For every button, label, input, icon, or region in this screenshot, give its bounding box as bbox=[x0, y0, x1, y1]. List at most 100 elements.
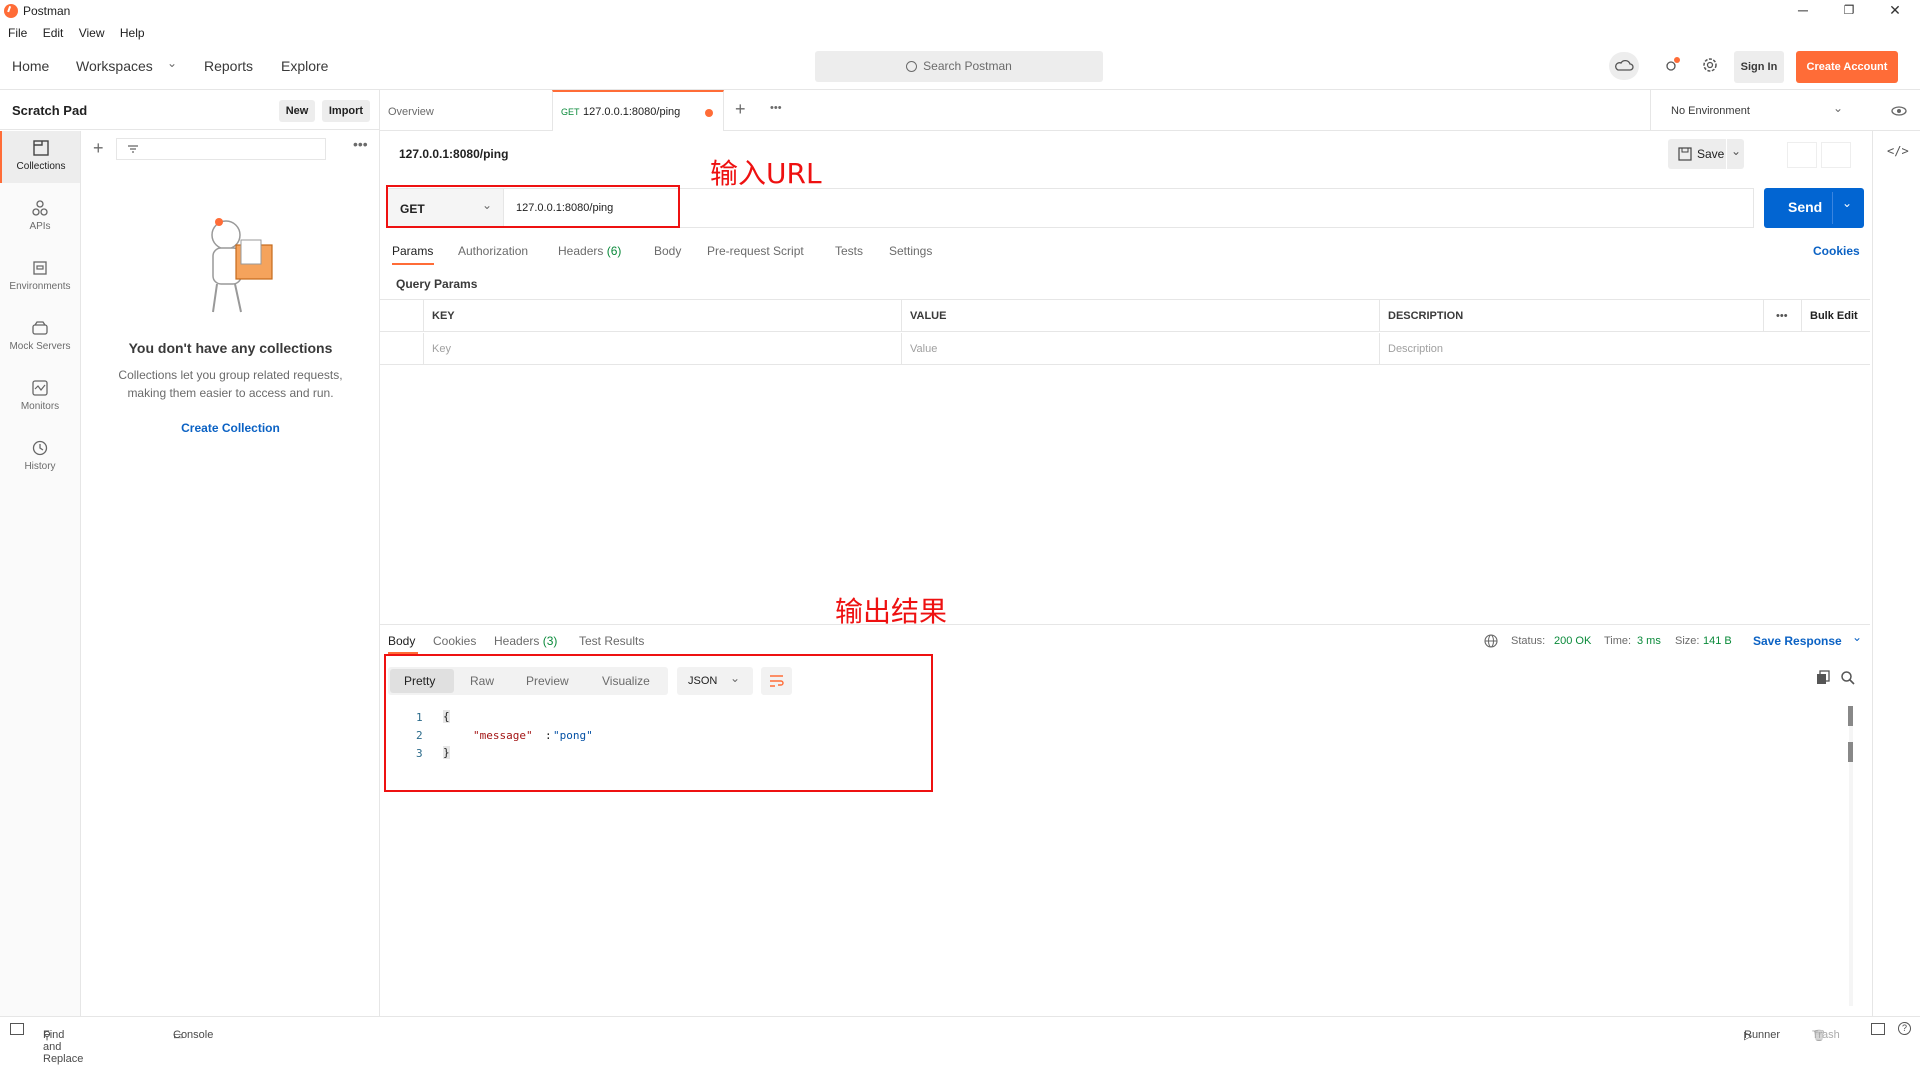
chevron-down-icon[interactable]: ⌄ bbox=[1852, 630, 1862, 644]
close-button[interactable]: ✕ bbox=[1872, 0, 1918, 22]
sidebar-item-label: History bbox=[24, 461, 56, 472]
environments-icon bbox=[33, 261, 47, 275]
column-description: DESCRIPTION bbox=[1380, 300, 1764, 332]
sidebar-item-label: Monitors bbox=[20, 401, 60, 412]
save-button[interactable]: Save ⌄ bbox=[1668, 139, 1744, 169]
pane-divider[interactable] bbox=[380, 624, 1870, 625]
sidebar-item-label: Mock Servers bbox=[9, 341, 71, 352]
sidebar-item-environments[interactable]: Environments bbox=[0, 251, 80, 303]
tab-active-request[interactable]: GET 127.0.0.1:8080/ping bbox=[552, 90, 724, 131]
filter-input[interactable] bbox=[116, 138, 326, 160]
menu-file[interactable]: File bbox=[8, 22, 27, 44]
help-icon[interactable]: ? bbox=[1898, 1022, 1911, 1035]
sync-cloud-icon[interactable] bbox=[1609, 52, 1639, 80]
tab-settings[interactable]: Settings bbox=[889, 244, 932, 258]
docs-icon[interactable] bbox=[1821, 142, 1851, 168]
cookies-link[interactable]: Cookies bbox=[1813, 244, 1860, 258]
status-bar: ⚲ Find and Replace ▭ Console ▷ Runner 🗑 T… bbox=[0, 1016, 1920, 1065]
time-label: Time: bbox=[1604, 635, 1632, 647]
response-tab-test-results[interactable]: Test Results bbox=[579, 634, 644, 648]
menu-help[interactable]: Help bbox=[120, 22, 145, 44]
description-input[interactable]: Description bbox=[1380, 333, 1870, 365]
gear-icon[interactable] bbox=[1700, 55, 1720, 75]
title-bar: Postman ─ ❐ ✕ bbox=[0, 0, 1920, 22]
toggle-sidebar-icon[interactable] bbox=[10, 1023, 24, 1035]
scrollbar-thumb[interactable] bbox=[1848, 706, 1853, 726]
menu-view[interactable]: View bbox=[79, 22, 105, 44]
maximize-button[interactable]: ❐ bbox=[1826, 0, 1872, 22]
globe-icon bbox=[1484, 634, 1498, 648]
create-account-button[interactable]: Create Account bbox=[1796, 51, 1898, 83]
tab-url: 127.0.0.1:8080/ping bbox=[583, 106, 681, 118]
table-row: Key Value Description bbox=[380, 333, 1870, 365]
search-input[interactable]: Search Postman bbox=[815, 51, 1103, 82]
column-value: VALUE bbox=[902, 300, 1380, 332]
row-checkbox[interactable] bbox=[380, 333, 424, 365]
key-input[interactable]: Key bbox=[424, 333, 902, 365]
sidebar-rail: Collections APIs Environments Mock Serve… bbox=[0, 131, 81, 1016]
postman-logo-icon bbox=[4, 4, 18, 18]
tab-body[interactable]: Body bbox=[654, 244, 681, 258]
sidebar-item-monitors[interactable]: Monitors bbox=[0, 371, 80, 423]
bulk-edit-button[interactable]: Bulk Edit bbox=[1802, 300, 1870, 332]
sign-in-button[interactable]: Sign In bbox=[1734, 51, 1784, 83]
search-icon[interactable] bbox=[1840, 670, 1856, 686]
sidebar-item-collections[interactable]: Collections bbox=[0, 131, 80, 183]
minimize-button[interactable]: ─ bbox=[1780, 0, 1826, 22]
two-pane-icon[interactable] bbox=[1871, 1023, 1885, 1035]
chevron-down-icon[interactable]: ⌄ bbox=[167, 56, 177, 70]
tab-options-icon[interactable]: ••• bbox=[770, 102, 782, 114]
copy-icon[interactable] bbox=[1815, 670, 1831, 686]
tab-tests[interactable]: Tests bbox=[835, 244, 863, 258]
satellite-icon[interactable] bbox=[1663, 56, 1681, 74]
nav-workspaces[interactable]: Workspaces bbox=[76, 58, 153, 74]
more-options-icon[interactable]: ••• bbox=[1764, 300, 1802, 332]
save-response-button[interactable]: Save Response bbox=[1753, 634, 1842, 648]
sidebar-item-history[interactable]: History bbox=[0, 431, 80, 483]
checkbox-column bbox=[380, 300, 424, 332]
sidebar-item-apis[interactable]: APIs bbox=[0, 191, 80, 243]
add-collection-icon[interactable]: + bbox=[93, 138, 104, 159]
new-button[interactable]: New bbox=[279, 100, 315, 122]
response-tab-body[interactable]: Body bbox=[388, 634, 415, 648]
nav-explore[interactable]: Explore bbox=[281, 58, 328, 74]
nav-reports[interactable]: Reports bbox=[204, 58, 253, 74]
value-input[interactable]: Value bbox=[902, 333, 1380, 365]
response-tab-cookies[interactable]: Cookies bbox=[433, 634, 476, 648]
request-name[interactable]: 127.0.0.1:8080/ping bbox=[399, 147, 508, 161]
tab-overview[interactable]: Overview bbox=[388, 106, 434, 118]
scratch-pad-header: Scratch Pad New Import bbox=[0, 90, 380, 130]
tab-authorization[interactable]: Authorization bbox=[458, 244, 528, 258]
tab-pre-request-script[interactable]: Pre-request Script bbox=[707, 244, 804, 258]
create-collection-link[interactable]: Create Collection bbox=[81, 421, 380, 435]
nav-home[interactable]: Home bbox=[12, 58, 49, 74]
chevron-down-icon: ⌄ bbox=[1833, 101, 1844, 115]
code-snippet-icon[interactable]: </> bbox=[1887, 144, 1909, 158]
environment-select[interactable]: No Environment ⌄ bbox=[1650, 90, 1856, 131]
find-replace-label: Find and Replace bbox=[43, 1029, 84, 1065]
send-button[interactable]: Send ⌄ bbox=[1764, 188, 1864, 228]
chevron-down-icon[interactable]: ⌄ bbox=[1842, 196, 1852, 210]
edit-icon[interactable] bbox=[1787, 142, 1817, 168]
new-tab-icon[interactable]: + bbox=[735, 99, 746, 120]
response-tab-headers[interactable]: Headers (3) bbox=[494, 634, 557, 648]
sidebar-item-label: Collections bbox=[16, 161, 66, 172]
console-label: Console bbox=[173, 1029, 214, 1041]
size-value: 141 B bbox=[1703, 635, 1732, 647]
eye-icon[interactable] bbox=[1890, 102, 1908, 120]
tab-headers[interactable]: Headers (6) bbox=[558, 244, 621, 258]
more-options-icon[interactable]: ••• bbox=[353, 136, 368, 152]
annotation-input-url: 输入URL bbox=[710, 157, 822, 190]
tab-params[interactable]: Params bbox=[392, 244, 433, 258]
send-divider bbox=[1832, 192, 1833, 224]
status-label: Status: bbox=[1511, 635, 1546, 647]
time-value: 3 ms bbox=[1637, 635, 1661, 647]
menu-edit[interactable]: Edit bbox=[43, 22, 64, 44]
sidebar-item-mock-servers[interactable]: Mock Servers bbox=[0, 311, 80, 363]
empty-state-text-2: making them easier to access and run. bbox=[127, 386, 334, 400]
scrollbar-thumb[interactable] bbox=[1848, 742, 1853, 762]
window-title: Postman bbox=[23, 4, 71, 18]
history-icon bbox=[32, 440, 48, 456]
import-button[interactable]: Import bbox=[322, 100, 370, 122]
empty-state-title: You don't have any collections bbox=[128, 340, 333, 356]
